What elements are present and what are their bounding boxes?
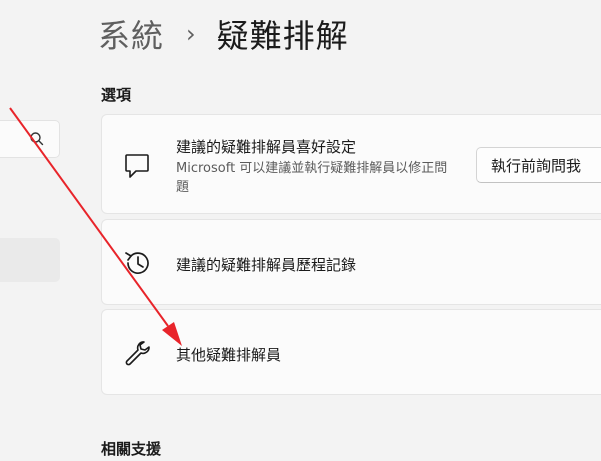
wrench-icon [125,341,150,366]
section-title-related-support: 相關支援 [101,440,162,458]
chevron-right-icon: › [186,20,197,48]
search-input[interactable] [0,120,60,158]
nav-item-selected[interactable] [0,238,60,282]
search-icon [30,132,44,146]
ask-before-running-dropdown[interactable]: 執行前詢問我 [476,147,601,183]
card-title: 建議的疑難排解員喜好設定 [176,138,357,156]
history-icon [125,252,149,274]
page-title: 疑難排解 [216,17,349,55]
breadcrumb-parent[interactable]: 系統 [98,11,164,57]
card-description: Microsoft 可以建議並執行疑難排解員以修正問題 [176,161,448,195]
recommended-troubleshooter-prefs-card[interactable]: 建議的疑難排解員喜好設定 Microsoft 可以建議並執行疑難排解員以修正問題… [101,114,601,214]
other-troubleshooters-card[interactable]: 其他疑難排解員 [101,309,601,395]
card-title: 其他疑難排解員 [176,346,282,364]
chat-bubble-icon [125,154,149,178]
section-title-options: 選項 [101,86,132,104]
troubleshooter-history-card[interactable]: 建議的疑難排解員歷程記錄 [101,219,601,305]
breadcrumb: 系統 › 疑難排解 [98,12,349,56]
card-title: 建議的疑難排解員歷程記錄 [176,256,357,274]
